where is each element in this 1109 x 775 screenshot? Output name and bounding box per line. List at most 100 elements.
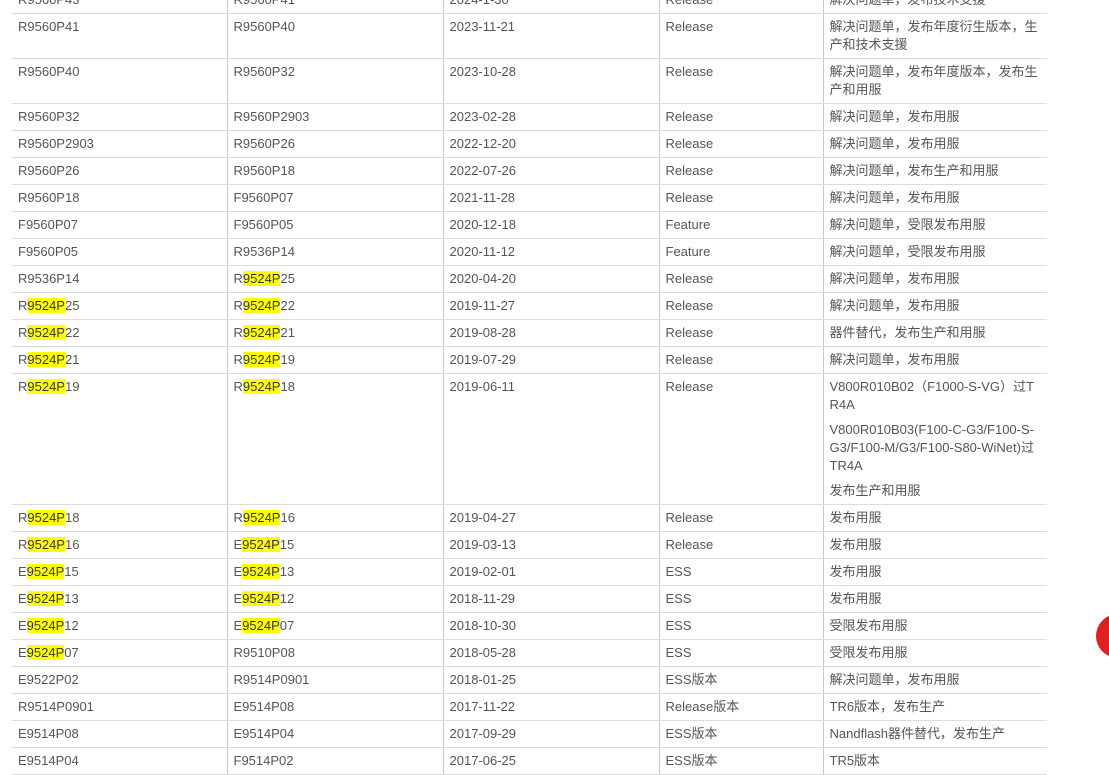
table-row: E9524P12 E9524P07 2018-10-30 ESS 受限发布用服 bbox=[12, 612, 1047, 640]
version-cell: E9514P04 bbox=[12, 747, 228, 775]
version-cell: E9514P08 bbox=[12, 720, 228, 748]
release-date-cell: 2019-11-27 bbox=[443, 292, 660, 320]
version-type-cell: ESS bbox=[659, 558, 824, 586]
version-history-table: R9560P43R9560P412024-1-30Release解决问题单，发布… bbox=[12, 0, 1047, 775]
release-date-cell: 2018-11-29 bbox=[443, 585, 660, 613]
version-type-cell: Release bbox=[659, 319, 824, 347]
table-row: E9514P04 F9514P02 2017-06-25 ESS版本 TR5版本 bbox=[12, 747, 1047, 775]
floating-action-button[interactable] bbox=[1096, 614, 1109, 658]
description-line: 发布生产和用服 bbox=[829, 483, 921, 498]
version-type-cell: Release bbox=[659, 103, 824, 131]
description-cell: TR6版本，发布生产 bbox=[823, 693, 1047, 721]
version-type-cell: Release bbox=[659, 346, 824, 374]
description-line: 解决问题单，发布用服 bbox=[829, 109, 960, 124]
table-body: R9560P43R9560P412024-1-30Release解决问题单，发布… bbox=[12, 0, 1047, 775]
table-row: R9514P0901 E9514P08 2017-11-22 Release版本 TR6… bbox=[12, 693, 1047, 721]
version-cell: E9524P12 bbox=[12, 612, 228, 640]
description-line: TR6版本，发布生产 bbox=[829, 699, 946, 714]
description-line: 解决问题单，发布生产和用服 bbox=[829, 163, 999, 178]
base-version-cell: R9560P40 bbox=[227, 13, 444, 59]
version-history-table-container: R9560P43R9560P412024-1-30Release解决问题单，发布… bbox=[12, 0, 1047, 775]
version-type-cell: ESS版本 bbox=[659, 747, 824, 775]
description-cell: 解决问题单，发布用服 bbox=[823, 103, 1047, 131]
description-cell: 解决问题单，发布用服 bbox=[823, 346, 1047, 374]
description-cell: 发布用服 bbox=[823, 504, 1047, 532]
description-line: 解决问题单，发布年度版本，发布生产和用服 bbox=[829, 64, 1038, 97]
table-row: E9524P15 E9524P13 2019-02-01 ESS 发布用服 bbox=[12, 558, 1047, 586]
base-version-cell: R9510P08 bbox=[227, 639, 444, 667]
version-cell: R9560P18 bbox=[12, 184, 228, 212]
description-line: 解决问题单，发布用服 bbox=[829, 190, 960, 205]
base-version-cell: E9524P15 bbox=[227, 531, 444, 559]
description-cell: V800R010B02（F1000-S-VG）过TR4A V800R010B03(… bbox=[823, 373, 1047, 505]
release-date-cell: 2019-03-13 bbox=[443, 531, 660, 559]
description-cell: 解决问题单，发布用服 bbox=[823, 666, 1047, 694]
table-row: R9560P40 R9560P32 2023-10-28 Release 解决问题单，发… bbox=[12, 58, 1047, 104]
release-date-cell: 2019-04-27 bbox=[443, 504, 660, 532]
version-cell: R9560P40 bbox=[12, 58, 228, 104]
search-highlight: 9524P bbox=[27, 537, 65, 552]
release-date-cell: 2018-01-25 bbox=[443, 666, 660, 694]
table-row: R9524P22 R9524P21 2019-08-28 Release 器件替代，发布… bbox=[12, 319, 1047, 347]
description-line: 发布用服 bbox=[829, 537, 882, 552]
base-version-cell: E9524P12 bbox=[227, 585, 444, 613]
release-date-cell: 2020-04-20 bbox=[443, 265, 660, 293]
search-highlight: 9524P bbox=[27, 325, 65, 340]
release-date-cell: 2019-07-29 bbox=[443, 346, 660, 374]
release-date-cell: 2023-11-21 bbox=[443, 13, 660, 59]
search-highlight: 9524P bbox=[27, 298, 65, 313]
base-version-cell: E9524P13 bbox=[227, 558, 444, 586]
version-cell: E9524P15 bbox=[12, 558, 228, 586]
version-cell: R9524P19 bbox=[12, 373, 228, 505]
release-date-cell: 2019-08-28 bbox=[443, 319, 660, 347]
version-type-cell: Release bbox=[659, 157, 824, 185]
version-type-cell: Feature bbox=[659, 238, 824, 266]
base-version-cell: F9560P07 bbox=[227, 184, 444, 212]
version-cell: R9524P25 bbox=[12, 292, 228, 320]
release-date-cell: 2017-09-29 bbox=[443, 720, 660, 748]
description-line: 器件替代，发布生产和用服 bbox=[829, 325, 986, 340]
version-type-cell: Release bbox=[659, 184, 824, 212]
description-line: 解决问题单，受限发布用服 bbox=[829, 244, 986, 259]
table-row: R9560P43R9560P412024-1-30Release 解决问题单，发布… bbox=[12, 0, 1047, 14]
version-type-cell: Release版本 bbox=[659, 693, 824, 721]
version-type-cell: Release bbox=[659, 373, 824, 505]
release-date-cell: 2022-12-20 bbox=[443, 130, 660, 158]
version-type-cell: ESS版本 bbox=[659, 720, 824, 748]
description-line: 解决问题单，发布用服 bbox=[829, 352, 960, 367]
base-version-cell: R9560P2903 bbox=[227, 103, 444, 131]
description-cell: 受限发布用服 bbox=[823, 639, 1047, 667]
description-cell: 解决问题单，受限发布用服 bbox=[823, 211, 1047, 239]
description-cell: 解决问题单，发布用服 bbox=[823, 265, 1047, 293]
version-type-cell: ESS bbox=[659, 585, 824, 613]
version-cell: R9524P22 bbox=[12, 319, 228, 347]
description-line: 解决问题单，发布用服 bbox=[829, 271, 960, 286]
base-version-cell: R9524P22 bbox=[227, 292, 444, 320]
search-highlight: 9524P bbox=[242, 537, 280, 552]
version-cell: R9524P21 bbox=[12, 346, 228, 374]
search-highlight: 9524P bbox=[242, 591, 280, 606]
version-cell: F9560P07 bbox=[12, 211, 228, 239]
version-cell: E9524P07 bbox=[12, 639, 228, 667]
table-row: E9522P02 R9514P0901 2018-01-25 ESS版本 解决问题单，发… bbox=[12, 666, 1047, 694]
description-line: 解决问题单，发布年度衍生版本，生产和技术支援 bbox=[829, 19, 1038, 52]
table-row: E9524P13 E9524P12 2018-11-29 ESS 发布用服 bbox=[12, 585, 1047, 613]
description-line: 受限发布用服 bbox=[829, 645, 908, 660]
description-line: TR5版本 bbox=[829, 753, 881, 768]
description-cell: 解决问题单，发布年度版本，发布生产和用服 bbox=[823, 58, 1047, 104]
base-version-cell: R9524P19 bbox=[227, 346, 444, 374]
base-version-cell: R9524P21 bbox=[227, 319, 444, 347]
table-row: R9560P41 R9560P40 2023-11-21 Release 解决问题单，发… bbox=[12, 13, 1047, 59]
description-line: Nandflash器件替代，发布生产 bbox=[829, 726, 1006, 741]
search-highlight: 9524P bbox=[26, 591, 65, 606]
base-version-cell: E9514P04 bbox=[227, 720, 444, 748]
search-highlight: 9524P bbox=[242, 564, 280, 579]
description-cell: 解决问题单，发布年度衍生版本，生产和技术支援 bbox=[823, 13, 1047, 59]
description-line: 解决问题单，发布用服 bbox=[829, 136, 960, 151]
description-cell: Nandflash器件替代，发布生产 bbox=[823, 720, 1047, 748]
table-row: E9514P08 E9514P04 2017-09-29 ESS版本 Nandflash… bbox=[12, 720, 1047, 748]
version-type-cell: Release bbox=[659, 292, 824, 320]
release-date-cell: 2018-10-30 bbox=[443, 612, 660, 640]
table-row: R9524P16 E9524P15 2019-03-13 Release 发布用服 bbox=[12, 531, 1047, 559]
version-type-cell: Release bbox=[659, 58, 824, 104]
